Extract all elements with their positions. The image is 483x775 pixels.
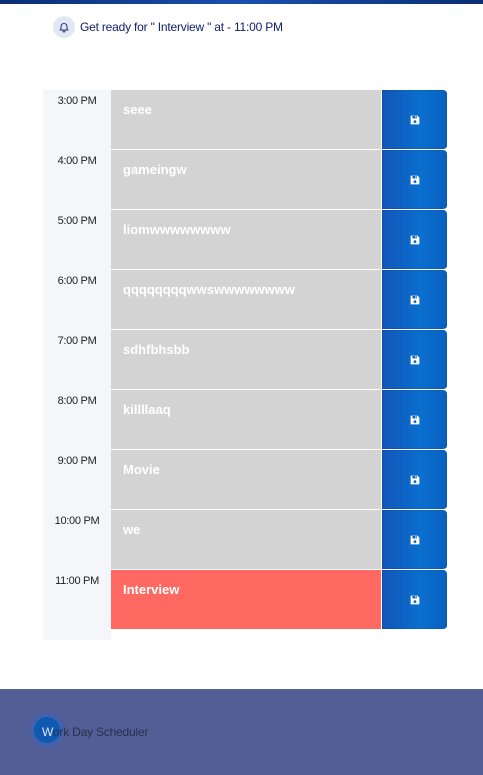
footer-title-initial: W xyxy=(42,725,53,739)
time-block-row: 8:00 PM killllaaq xyxy=(43,390,448,450)
time-block-row: 6:00 PM qqqqqqqqwwswwwwwwww xyxy=(43,270,448,330)
notification-text: Get ready for " Interview " at - 11:00 P… xyxy=(80,20,283,34)
event-description-input[interactable]: Interview xyxy=(111,570,381,630)
hour-label-text: 11:00 PM xyxy=(55,575,99,587)
top-accent-bar xyxy=(0,0,483,4)
save-icon xyxy=(410,235,419,244)
hour-label: 8:00 PM xyxy=(43,390,111,450)
event-description-input[interactable]: qqqqqqqqwwswwwwwwww xyxy=(111,270,381,330)
time-block-row: 7:00 PM sdhfbhsbb xyxy=(43,330,448,390)
event-description-input[interactable]: Movie xyxy=(111,450,381,510)
schedule: 3:00 PM seee 4:00 PM gameingw 5:00 PM liomwww… xyxy=(43,90,448,630)
hour-label-text: 7:00 PM xyxy=(57,335,97,347)
event-description-input[interactable]: seee xyxy=(111,90,381,150)
hour-label: 3:00 PM xyxy=(43,90,111,150)
save-icon xyxy=(410,475,419,484)
time-block-row: 10:00 PM we xyxy=(43,510,448,570)
save-button[interactable] xyxy=(381,450,447,510)
save-button[interactable] xyxy=(381,90,447,150)
bell-icon xyxy=(53,16,75,38)
time-block-row: 4:00 PM gameingw xyxy=(43,150,448,210)
event-description-input[interactable]: killllaaq xyxy=(111,390,381,450)
event-description-input[interactable]: liomwwwwwwww xyxy=(111,210,381,270)
save-icon xyxy=(410,175,419,184)
save-button[interactable] xyxy=(381,570,447,630)
hour-label: 10:00 PM xyxy=(43,510,111,570)
hour-label: 7:00 PM xyxy=(43,330,111,390)
save-button[interactable] xyxy=(381,330,447,390)
save-icon xyxy=(410,415,419,424)
hour-label: 6:00 PM xyxy=(43,270,111,330)
save-button[interactable] xyxy=(381,510,447,570)
hour-label: 9:00 PM xyxy=(43,450,111,510)
hour-label: 5:00 PM xyxy=(43,210,111,270)
notification: Get ready for " Interview " at - 11:00 P… xyxy=(53,15,283,39)
save-icon xyxy=(410,295,419,304)
time-block-row: 11:00 PM Interview xyxy=(43,570,448,630)
hour-label-text: 6:00 PM xyxy=(57,275,97,287)
save-icon xyxy=(410,595,419,604)
save-icon xyxy=(410,535,419,544)
save-icon xyxy=(410,115,419,124)
event-description-input[interactable]: we xyxy=(111,510,381,570)
event-description-input[interactable]: sdhfbhsbb xyxy=(111,330,381,390)
hour-label-text: 9:00 PM xyxy=(57,455,97,467)
save-button[interactable] xyxy=(381,270,447,330)
hour-label: 11:00 PM xyxy=(43,570,111,630)
hour-label-text: 10:00 PM xyxy=(54,515,100,527)
time-block-row: 9:00 PM Movie xyxy=(43,450,448,510)
hour-label-text: 8:00 PM xyxy=(57,395,97,407)
hour-label-text: 4:00 PM xyxy=(57,155,97,167)
footer-title: Work Day Scheduler xyxy=(42,725,148,739)
time-block-row: 5:00 PM liomwwwwwwww xyxy=(43,210,448,270)
save-button[interactable] xyxy=(381,150,447,210)
event-description-input[interactable]: gameingw xyxy=(111,150,381,210)
save-button[interactable] xyxy=(381,390,447,450)
hour-label-text: 3:00 PM xyxy=(57,95,97,107)
hour-label: 4:00 PM xyxy=(43,150,111,210)
time-block-row: 3:00 PM seee xyxy=(43,90,448,150)
footer-title-rest: ork Day Scheduler xyxy=(52,725,149,739)
save-button[interactable] xyxy=(381,210,447,270)
save-icon xyxy=(410,355,419,364)
hour-label-text: 5:00 PM xyxy=(57,215,97,227)
